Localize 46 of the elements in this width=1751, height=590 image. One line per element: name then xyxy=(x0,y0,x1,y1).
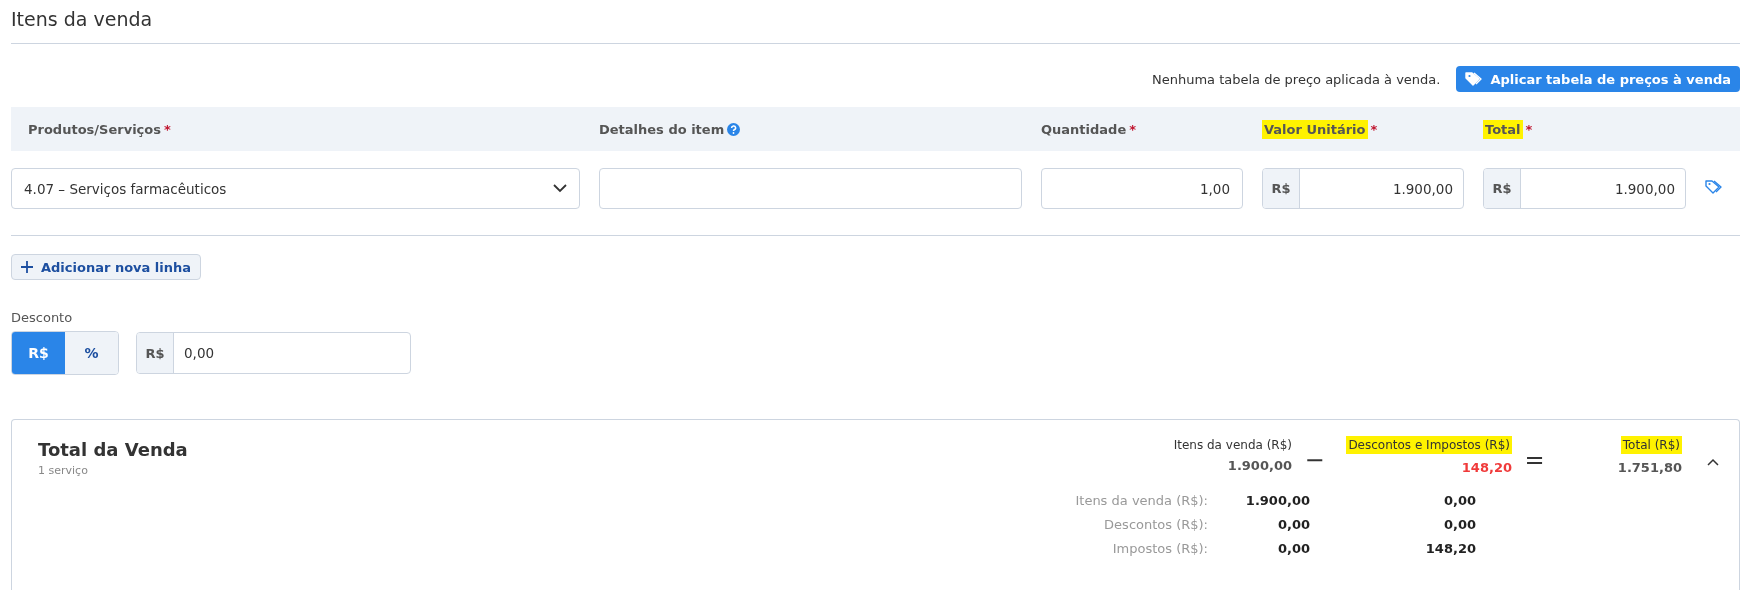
total-field[interactable]: R$ 1.900,00 xyxy=(1483,168,1686,209)
summary-value: 148,20 xyxy=(1461,460,1512,475)
breakdown-label: Impostos (R$): xyxy=(1112,541,1208,556)
quantity-field[interactable]: 1,00 xyxy=(1041,168,1243,209)
breakdown-value: 148,20 xyxy=(1425,541,1476,556)
plus-icon xyxy=(21,261,33,273)
discount-field[interactable]: R$ 0,00 xyxy=(136,332,411,374)
item-details-field[interactable] xyxy=(599,168,1022,209)
required-mark: * xyxy=(1129,121,1137,137)
breakdown-label: Itens da venda (R$): xyxy=(1075,493,1208,508)
discount-mode-tab[interactable]: R$ xyxy=(12,332,65,374)
required-mark: * xyxy=(1525,121,1533,137)
price-table-note: Nenhuma tabela de preço aplicada à venda. xyxy=(1152,71,1441,87)
section-title: Itens da venda xyxy=(11,0,1740,44)
apply-price-table-button[interactable]: Aplicar tabela de preços à venda xyxy=(1456,66,1740,92)
summary-value: 1.900,00 xyxy=(1227,458,1292,473)
summary-label: Descontos e Impostos (R$) xyxy=(1346,436,1512,454)
breakdown-label: Descontos (R$): xyxy=(1104,517,1208,532)
operator-sign: − xyxy=(1303,445,1326,474)
collapse-icon[interactable] xyxy=(1707,457,1719,466)
required-mark: * xyxy=(163,121,171,137)
column-header: Quantidade xyxy=(1041,121,1127,137)
column-header: Total xyxy=(1483,119,1523,139)
required-mark: * xyxy=(1370,121,1378,137)
column-header: Detalhes do item xyxy=(599,121,725,137)
discount-mode-tab[interactable]: % xyxy=(65,332,118,374)
summary-value: 1.751,80 xyxy=(1617,460,1682,475)
column-header: Produtos/Serviços xyxy=(28,121,161,137)
breakdown-value: 0,00 xyxy=(1443,517,1476,532)
operator-sign: = xyxy=(1523,445,1546,474)
card-subtitle: 1 serviço xyxy=(38,464,89,477)
column-header: Valor Unitário xyxy=(1262,119,1368,139)
product-select[interactable]: 4.07 – Serviços farmacêuticos xyxy=(11,168,580,209)
breakdown-value: 0,00 xyxy=(1443,493,1476,508)
chevron-down-icon xyxy=(553,184,567,193)
breakdown-value: 1.900,00 xyxy=(1245,493,1310,508)
add-line-button[interactable]: Adicionar nova linha xyxy=(11,254,202,280)
breakdown-value: 0,00 xyxy=(1277,541,1310,556)
card-title: Total da Venda xyxy=(38,439,188,460)
unit-value-field[interactable]: R$ 1.900,00 xyxy=(1262,168,1464,209)
tag-icon xyxy=(1465,71,1484,87)
summary-label: Total (R$) xyxy=(1620,436,1682,454)
tag-icon xyxy=(1705,178,1723,195)
summary-label: Itens da venda (R$) xyxy=(1173,438,1292,452)
breakdown-value: 0,00 xyxy=(1277,517,1310,532)
discount-label: Desconto xyxy=(11,310,74,325)
